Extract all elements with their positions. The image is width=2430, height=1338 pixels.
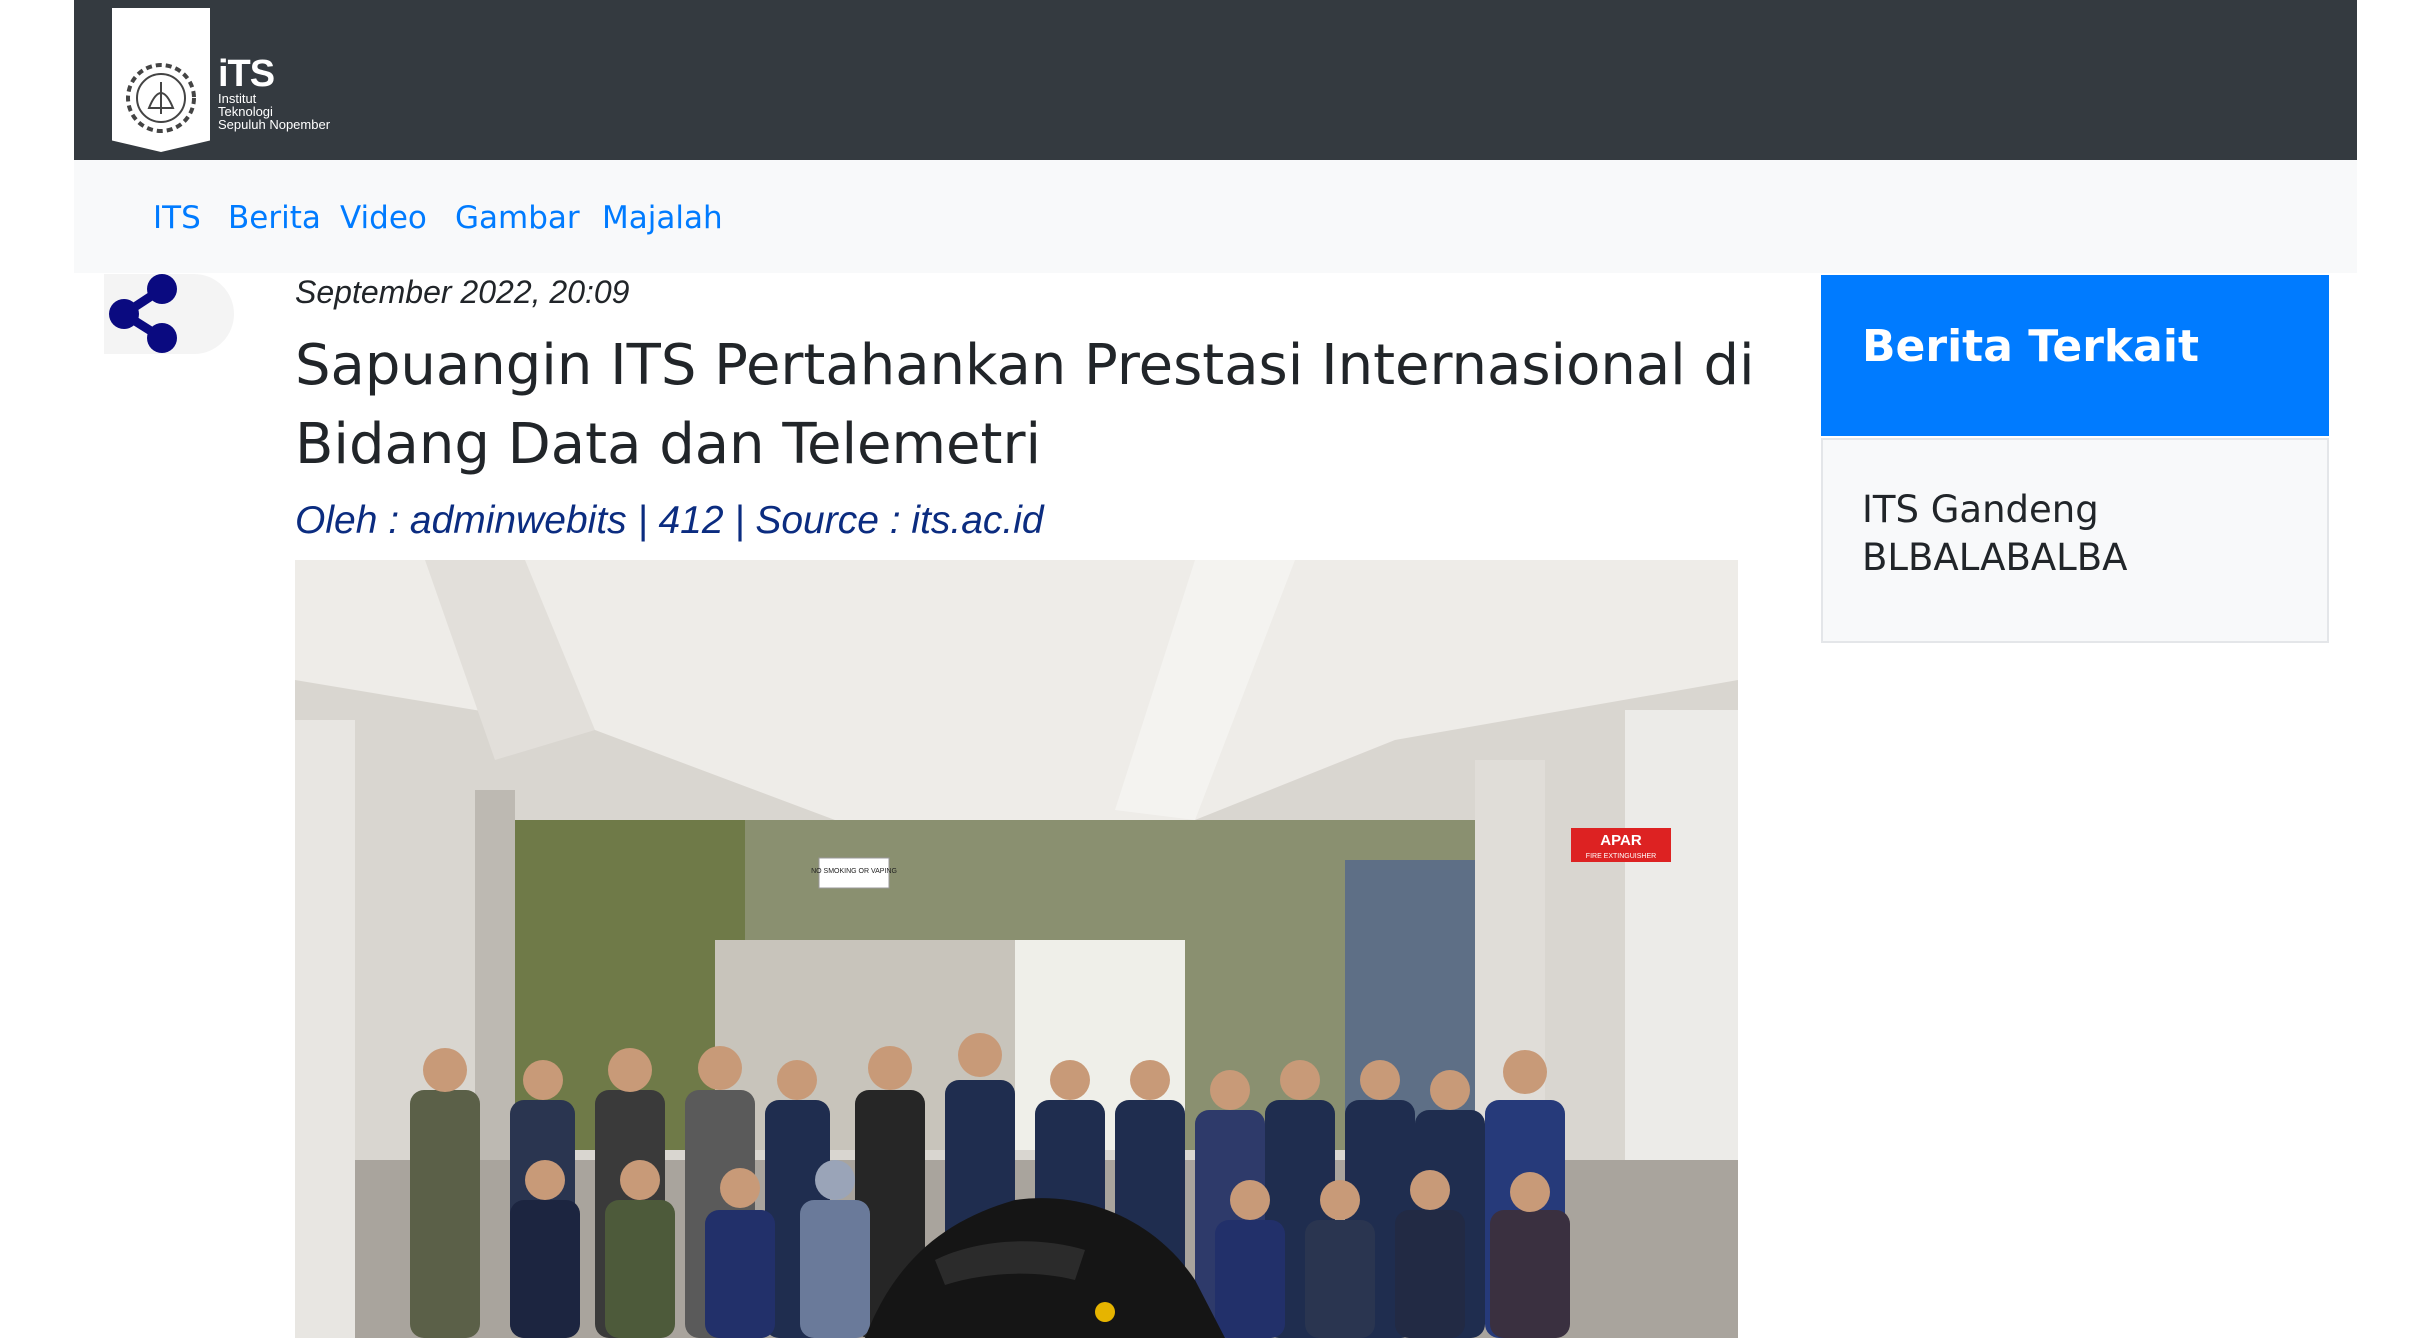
logo-line-3: Sepuluh Nopember [218, 117, 331, 132]
nav-link-majalah[interactable]: Majalah [602, 198, 723, 238]
related-news-title: Berita Terkait [1862, 321, 2199, 372]
nav-link-video[interactable]: Video [340, 198, 427, 238]
main-nav: ITS Berita Video Gambar Majalah [74, 160, 2357, 273]
nav-link-its[interactable]: ITS [153, 198, 201, 238]
related-news-item[interactable]: ITS Gandeng BLBALABALBA [1821, 438, 2329, 643]
no-smoking-sign-text: NO SMOKING OR VAPING [811, 868, 897, 875]
share-icon[interactable] [104, 272, 184, 356]
apar-sign-subtext: FIRE EXTINGUISHER [1586, 853, 1656, 860]
article-title: Sapuangin ITS Pertahankan Prestasi Inter… [295, 333, 1755, 477]
top-header: iTS Institut Teknologi Sepuluh Nopember [74, 0, 2357, 160]
article-date: September 2022, 20:09 [295, 274, 630, 310]
its-logo-text: iTS Institut Teknologi Sepuluh Nopember [218, 53, 331, 132]
article-photo: NO SMOKING OR VAPING APAR FIRE EXTINGUIS… [295, 560, 1738, 1338]
nav-link-berita[interactable]: Berita [228, 198, 321, 238]
nav-link-gambar[interactable]: Gambar [455, 198, 580, 238]
apar-sign-text: APAR [1600, 832, 1642, 849]
article-byline[interactable]: Oleh : adminwebits | 412 | Source : its.… [295, 496, 1044, 546]
logo-wordmark: iTS [218, 53, 275, 95]
related-news-header: Berita Terkait [1821, 275, 2329, 436]
related-news-item-label[interactable]: ITS Gandeng BLBALABALBA [1862, 486, 2282, 582]
its-logo-icon[interactable] [112, 8, 210, 152]
